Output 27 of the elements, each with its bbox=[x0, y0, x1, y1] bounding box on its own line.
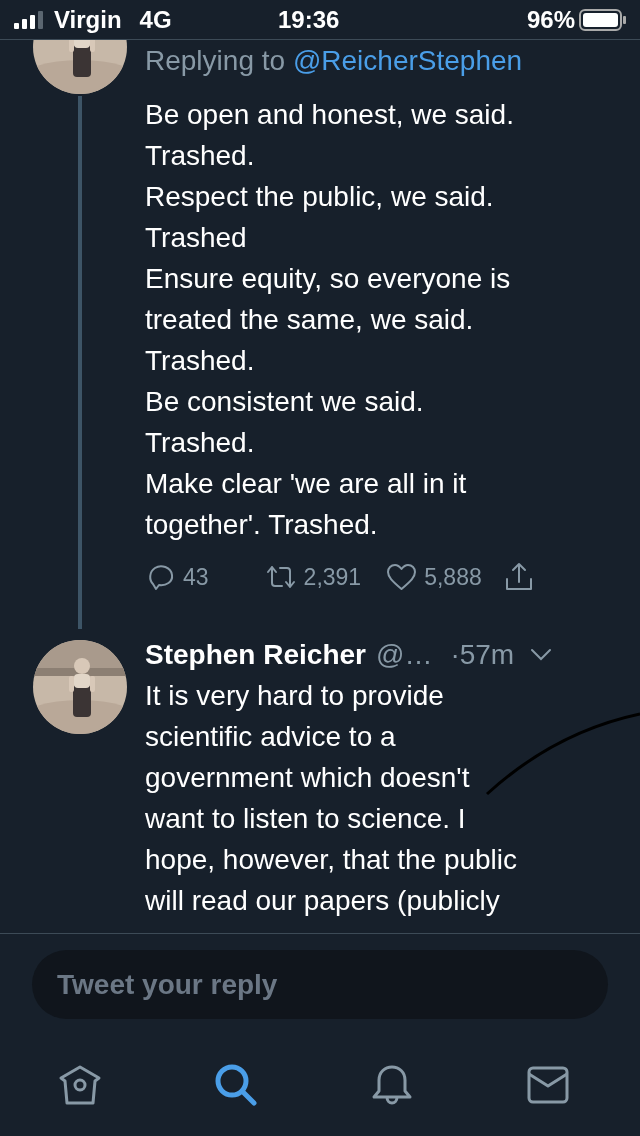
retweet-icon bbox=[265, 563, 296, 591]
battery-percent: 96% bbox=[526, 4, 575, 35]
tweet-text: Be open and honest, we said. Trashed. Respect the public, we said. Trashed Ensure equity, so everyone is treated the same, we said. Trashed. Be consistent we said. Trashed. Make clear 'we are all in it together'. Trashed. bbox=[145, 98, 515, 542]
heart-icon bbox=[387, 563, 417, 591]
clock: 19:36 bbox=[278, 4, 340, 35]
speech-bubble-icon bbox=[147, 563, 175, 591]
signal-icon bbox=[14, 10, 46, 29]
like-button[interactable]: 5,888 bbox=[387, 559, 482, 595]
chevron-down-icon[interactable] bbox=[530, 647, 553, 662]
reply-button[interactable]: 43 bbox=[147, 559, 209, 595]
mention-link[interactable]: @ReicherStephen bbox=[292, 45, 523, 76]
author-handle: @… bbox=[375, 637, 433, 672]
retweet-button[interactable]: 2,391 bbox=[265, 559, 362, 595]
envelope-icon[interactable] bbox=[527, 1066, 569, 1104]
tweet-time: ·57m bbox=[450, 637, 515, 672]
share-button[interactable] bbox=[503, 562, 534, 592]
replying-to-label: Replying to bbox=[145, 45, 286, 76]
battery-icon bbox=[579, 8, 626, 31]
share-icon bbox=[503, 562, 534, 592]
search-icon[interactable] bbox=[214, 1063, 258, 1107]
author-name: Stephen Reicher bbox=[145, 637, 366, 672]
network-type: 4G bbox=[139, 4, 172, 35]
home-icon[interactable] bbox=[58, 1065, 102, 1105]
reply-field[interactable]: Tweet your reply bbox=[32, 950, 608, 1019]
tweet-text: It is very hard to provide scientific advice to a government which doesn't want to listen to science. I hope, however, that the public will read our papers (publicly bbox=[145, 679, 519, 918]
carrier-name: Virgin bbox=[54, 4, 122, 35]
bell-icon[interactable] bbox=[371, 1064, 413, 1106]
